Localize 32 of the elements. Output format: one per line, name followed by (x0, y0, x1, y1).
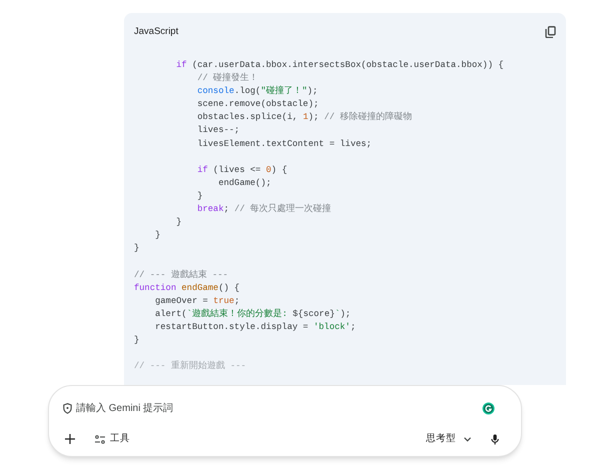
code-line: if (car.userData.bbox.intersectsBox(obstacle.userData.bbox)) { (175, 60, 504, 70)
prompt-input[interactable]: 請輸入 Gemini 提示詞 (76, 400, 376, 416)
grammar-check-icon[interactable] (482, 402, 495, 414)
plus-icon[interactable] (65, 434, 75, 444)
code-line: } (134, 334, 140, 345)
code-line: } (175, 217, 182, 228)
code-line: lives--; (196, 125, 240, 136)
code-line: restartButton.style.display = 'block'; (154, 322, 356, 332)
code-line: obstacles.splice(i, 1); // 移除碰撞的障礙物 (196, 112, 412, 122)
code-line: // --- 遊戲結束 --- (134, 270, 228, 280)
language-label: JavaScript (134, 24, 178, 39)
code-line: function endGame() { (134, 282, 240, 293)
sliders-icon (95, 434, 105, 444)
code-line: console.log("碰撞了！"); (196, 86, 318, 96)
code-line: scene.remove(obstacle); (196, 99, 319, 110)
microphone-icon[interactable] (491, 434, 499, 445)
code-line: } (196, 190, 203, 201)
code-line: } (154, 230, 160, 240)
code-line: } (134, 243, 140, 254)
mode-dropdown[interactable]: 思考型 (426, 432, 471, 446)
faded-code-line: // --- 重新開始遊戲 --- (134, 361, 246, 372)
code-line: gameOver = true; (154, 296, 240, 306)
code-line: endGame(); (217, 178, 272, 188)
chevron-down-icon (464, 436, 471, 442)
code-line: if (lives <= 0) { (196, 164, 288, 175)
code-line: alert(`遊戲結束！你的分數是: ${score}`); (154, 308, 351, 319)
tools-button[interactable]: 工具 (95, 432, 130, 446)
copy-icon[interactable] (545, 26, 556, 38)
shield-icon (63, 402, 72, 414)
code-line: break; // 每次只處理一次碰撞 (196, 204, 332, 214)
code-line: // 碰撞發生！ (196, 73, 258, 84)
code-line: livesElement.textContent = lives; (196, 138, 372, 149)
